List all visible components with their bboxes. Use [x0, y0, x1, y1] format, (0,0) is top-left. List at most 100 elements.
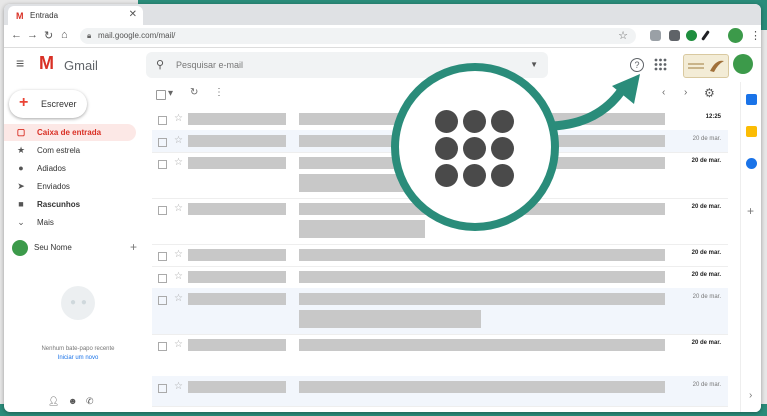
email-row[interactable]: ☆ 20 de mar.	[152, 244, 728, 267]
sidebar-item-label: Adiados	[37, 164, 66, 173]
account-avatar[interactable]	[733, 54, 753, 74]
email-date: 20 de mar.	[691, 250, 721, 256]
prev-page-icon[interactable]: ‹	[662, 87, 665, 98]
hangouts-icon[interactable]: ☻	[68, 396, 77, 406]
account-brand-logo[interactable]	[683, 54, 729, 78]
calendar-icon[interactable]	[746, 94, 757, 105]
search-options-icon[interactable]: ▼	[530, 60, 538, 69]
row-checkbox[interactable]	[158, 252, 167, 261]
snippet-placeholder	[299, 220, 425, 238]
row-checkbox[interactable]	[158, 296, 167, 305]
sender-placeholder	[188, 203, 286, 215]
email-date: 20 de mar.	[691, 340, 721, 346]
more-menu-icon[interactable]: ⋮	[750, 29, 761, 42]
sidebar-item-inbox[interactable]: ▢ Caixa de entrada	[4, 124, 136, 141]
close-tab-icon[interactable]: ✕	[129, 9, 137, 20]
sidebar-item-sent[interactable]: ➤ Enviados	[4, 178, 136, 195]
snippet-placeholder	[299, 310, 481, 328]
hamburger-menu-icon[interactable]: ≡	[16, 55, 24, 71]
user-avatar	[12, 240, 28, 256]
select-dropdown-icon[interactable]: ▾	[168, 88, 173, 99]
refresh-icon[interactable]: ↻	[190, 87, 198, 98]
expand-panel-icon[interactable]: ›	[749, 390, 752, 401]
star-icon[interactable]: ☆	[174, 203, 183, 214]
email-date: 20 de mar.	[691, 204, 721, 210]
address-bar[interactable]: 🔒︎ mail.google.com/mail/ ☆	[80, 28, 636, 44]
draft-icon: ■	[18, 199, 24, 209]
hangouts-user-row[interactable]: Seu Nome +	[12, 239, 137, 257]
back-icon[interactable]: ←	[11, 29, 22, 41]
extension-icon[interactable]	[669, 30, 680, 41]
phone-icon[interactable]: ✆	[86, 396, 94, 406]
row-checkbox[interactable]	[158, 384, 167, 393]
star-icon[interactable]: ☆	[174, 249, 183, 260]
profile-avatar[interactable]	[728, 28, 743, 43]
tab-inbox[interactable]: M Entrada ✕	[8, 6, 143, 25]
email-row[interactable]: ☆ 20 de mar.	[152, 266, 728, 289]
email-date: 20 de mar.	[692, 294, 721, 300]
settings-gear-icon[interactable]: ⚙	[704, 86, 715, 100]
tab-bar: M Entrada ✕	[4, 4, 761, 25]
row-checkbox[interactable]	[158, 116, 167, 125]
email-date: 20 de mar.	[692, 136, 721, 142]
sidebar-item-snoozed[interactable]: ● Adiados	[4, 160, 136, 177]
star-icon[interactable]: ☆	[174, 381, 183, 392]
chrome-extension-icon[interactable]	[686, 30, 697, 41]
add-addon-icon[interactable]: +	[747, 204, 754, 218]
chat-bubble-icon: ● ●	[61, 286, 95, 320]
person-icon[interactable]: 👤︎	[48, 396, 59, 406]
sidebar-item-drafts[interactable]: ■ Rascunhos	[4, 196, 136, 213]
email-date: 20 de mar.	[692, 382, 721, 388]
sender-placeholder	[188, 339, 286, 351]
row-checkbox[interactable]	[158, 138, 167, 147]
sidebar-item-label: Caixa de entrada	[37, 128, 102, 137]
browser-window: M Entrada ✕ ← → ↻ ⌂ 🔒︎ mail.google.com/m…	[4, 4, 761, 412]
send-icon: ➤	[17, 181, 25, 191]
email-row[interactable]: ☆ 20 de mar.	[152, 376, 728, 407]
start-new-chat-link[interactable]: Iniciar um novo	[14, 355, 142, 361]
subject-placeholder	[299, 249, 665, 261]
gmail-favicon-icon: M	[16, 11, 24, 21]
extension-icon[interactable]	[650, 30, 661, 41]
gmail-logo-icon[interactable]: M	[39, 53, 54, 74]
next-page-icon[interactable]: ›	[684, 87, 687, 98]
select-all-checkbox[interactable]	[156, 90, 166, 100]
star-icon[interactable]: ☆	[174, 113, 183, 124]
chat-footer-icons: 👤︎ ☻ ✆	[48, 396, 94, 407]
star-icon[interactable]: ☆	[174, 135, 183, 146]
row-checkbox[interactable]	[158, 206, 167, 215]
row-checkbox[interactable]	[158, 274, 167, 283]
sender-placeholder	[188, 271, 286, 283]
star-icon[interactable]: ☆	[174, 271, 183, 282]
sidebar-item-more[interactable]: ⌄ Mais	[4, 214, 136, 231]
search-icon[interactable]: ⚲	[156, 58, 164, 71]
email-date: 12:25	[705, 114, 721, 120]
pen-icon[interactable]	[701, 30, 710, 41]
apps-grid-callout	[391, 63, 559, 231]
add-chat-icon[interactable]: +	[130, 240, 137, 254]
forward-icon[interactable]: →	[27, 29, 38, 41]
callout-arrow	[547, 74, 640, 131]
compose-button[interactable]: + Escrever	[9, 90, 87, 118]
sender-placeholder	[188, 113, 286, 125]
more-actions-icon[interactable]: ⋮	[214, 87, 224, 98]
star-icon[interactable]: ☆	[174, 339, 183, 350]
star-icon[interactable]: ☆	[174, 293, 183, 304]
keep-icon[interactable]	[746, 126, 757, 137]
sidebar-item-starred[interactable]: ★ Com estrela	[4, 142, 136, 159]
sidebar-item-label: Mais	[37, 218, 54, 227]
user-name: Seu Nome	[34, 243, 72, 252]
sender-placeholder	[188, 381, 286, 393]
row-checkbox[interactable]	[158, 342, 167, 351]
home-icon[interactable]: ⌂	[61, 29, 68, 41]
email-row[interactable]: ☆ 20 de mar.	[152, 334, 728, 377]
sender-placeholder	[188, 293, 286, 305]
sidebar-item-label: Com estrela	[37, 146, 81, 155]
tasks-icon[interactable]	[746, 158, 757, 169]
gmail-logo-text: Gmail	[64, 58, 98, 73]
row-checkbox[interactable]	[158, 160, 167, 169]
email-row[interactable]: ☆ 20 de mar.	[152, 288, 728, 335]
reload-icon[interactable]: ↻	[44, 29, 53, 42]
star-icon[interactable]: ☆	[174, 157, 183, 168]
bookmark-star-icon[interactable]: ☆	[618, 29, 628, 42]
